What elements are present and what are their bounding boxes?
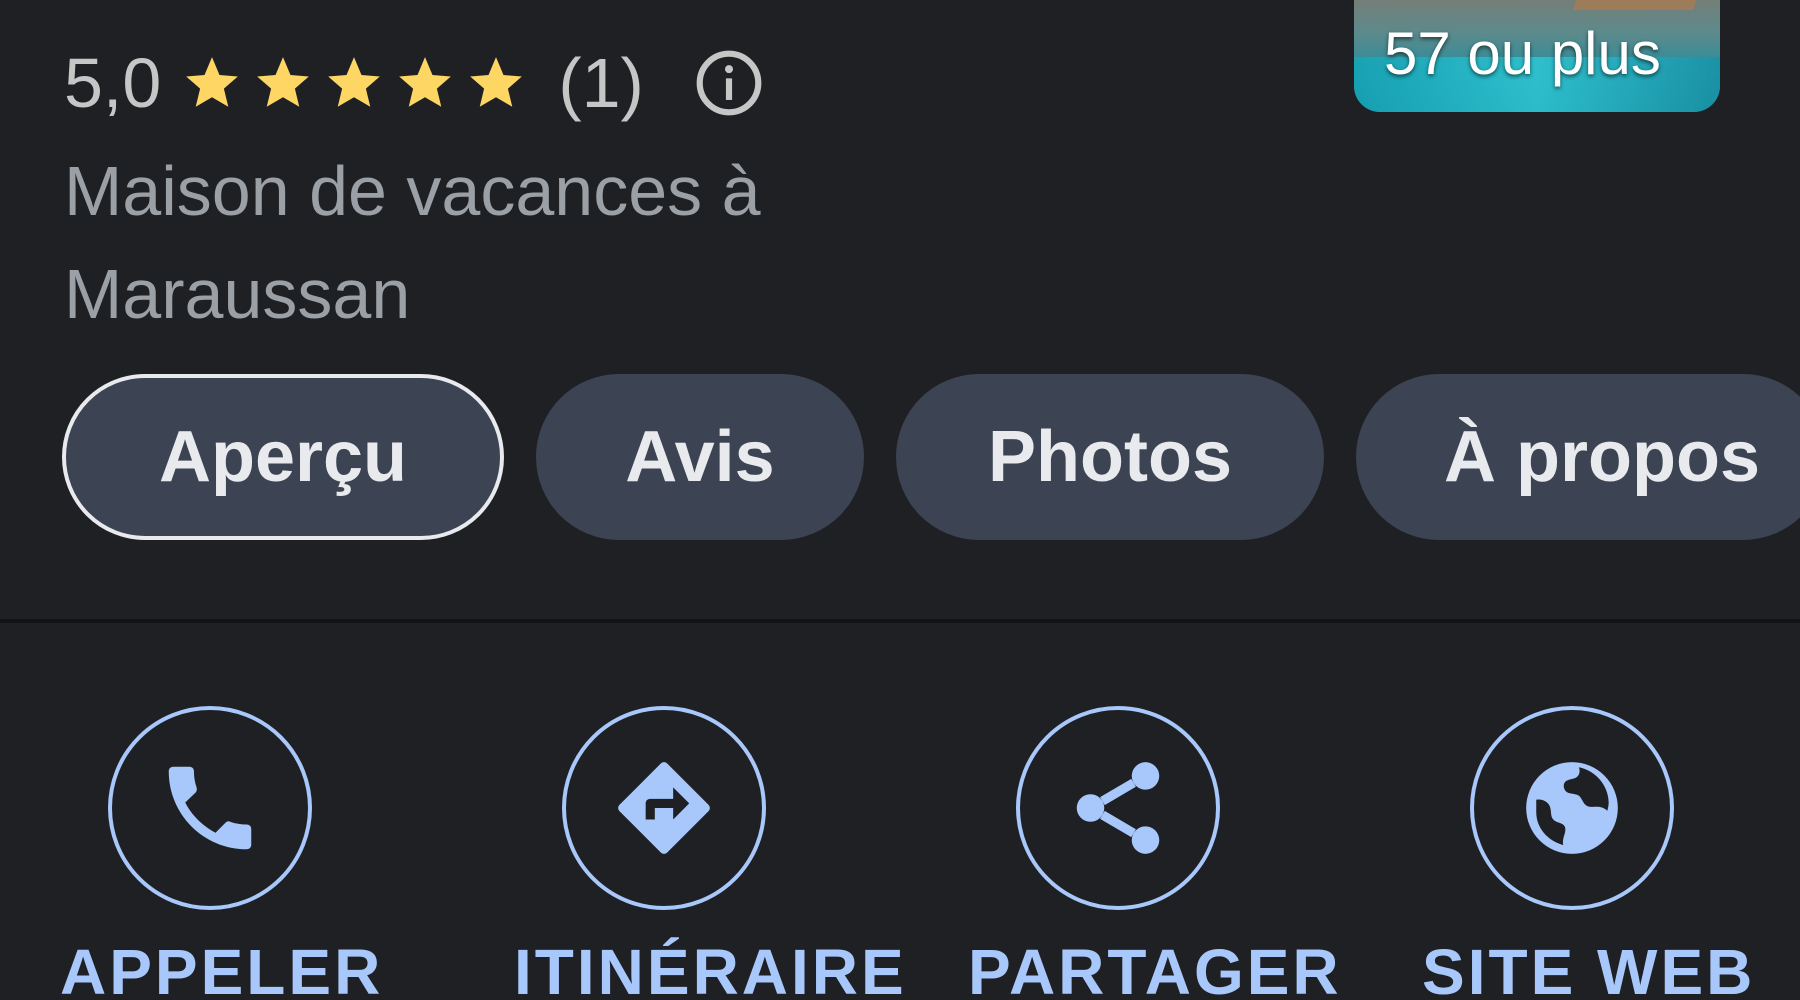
rating-value: 5,0 (64, 44, 162, 122)
info-icon[interactable] (692, 46, 766, 120)
place-details-panel: 5,0 (1) Maison de vacances à Maraussan 5… (0, 0, 1800, 1000)
photo-count-label: 57 ou plus (1384, 20, 1661, 87)
section-divider (0, 619, 1800, 623)
call-button-circle[interactable] (108, 706, 312, 910)
share-button-circle[interactable] (1016, 706, 1220, 910)
photo-roof-shape (1572, 0, 1708, 10)
website-button[interactable]: SITE WEB (1422, 706, 1756, 1000)
website-button-circle[interactable] (1470, 706, 1674, 910)
action-bar: APPELER ITINÉRAIRE PARTAGER SITE WEB (0, 706, 1800, 1000)
place-category: Maison de vacances à Maraussan (64, 152, 761, 333)
tab-reviews[interactable]: Avis (536, 374, 864, 540)
website-button-label: SITE WEB (1422, 936, 1756, 1000)
share-icon (1076, 762, 1160, 854)
rating-row[interactable]: 5,0 (1) (64, 40, 766, 126)
directions-button-circle[interactable] (562, 706, 766, 910)
directions-button-label: ITINÉRAIRE (514, 936, 907, 1000)
star-icon (470, 57, 523, 107)
tab-about[interactable]: À propos (1356, 374, 1800, 540)
phone-icon (168, 766, 252, 850)
tab-bar: Aperçu Avis Photos À propos (62, 372, 1800, 542)
photo-thumbnail[interactable]: 57 ou plus (1354, 0, 1720, 112)
directions-button[interactable]: ITINÉRAIRE (514, 706, 907, 1000)
star-icon (399, 57, 452, 107)
star-icon (186, 57, 239, 107)
tab-overview[interactable]: Aperçu (62, 374, 504, 540)
rating-stars (181, 52, 536, 114)
tab-photos[interactable]: Photos (896, 374, 1324, 540)
globe-icon (1526, 762, 1618, 854)
star-icon (328, 57, 381, 107)
star-icon (257, 57, 310, 107)
share-button[interactable]: PARTAGER (968, 706, 1342, 1000)
call-button[interactable]: APPELER (60, 706, 384, 1000)
share-button-label: PARTAGER (968, 936, 1342, 1000)
review-count[interactable]: (1) (558, 43, 644, 123)
directions-icon (618, 762, 710, 854)
call-button-label: APPELER (60, 936, 384, 1000)
